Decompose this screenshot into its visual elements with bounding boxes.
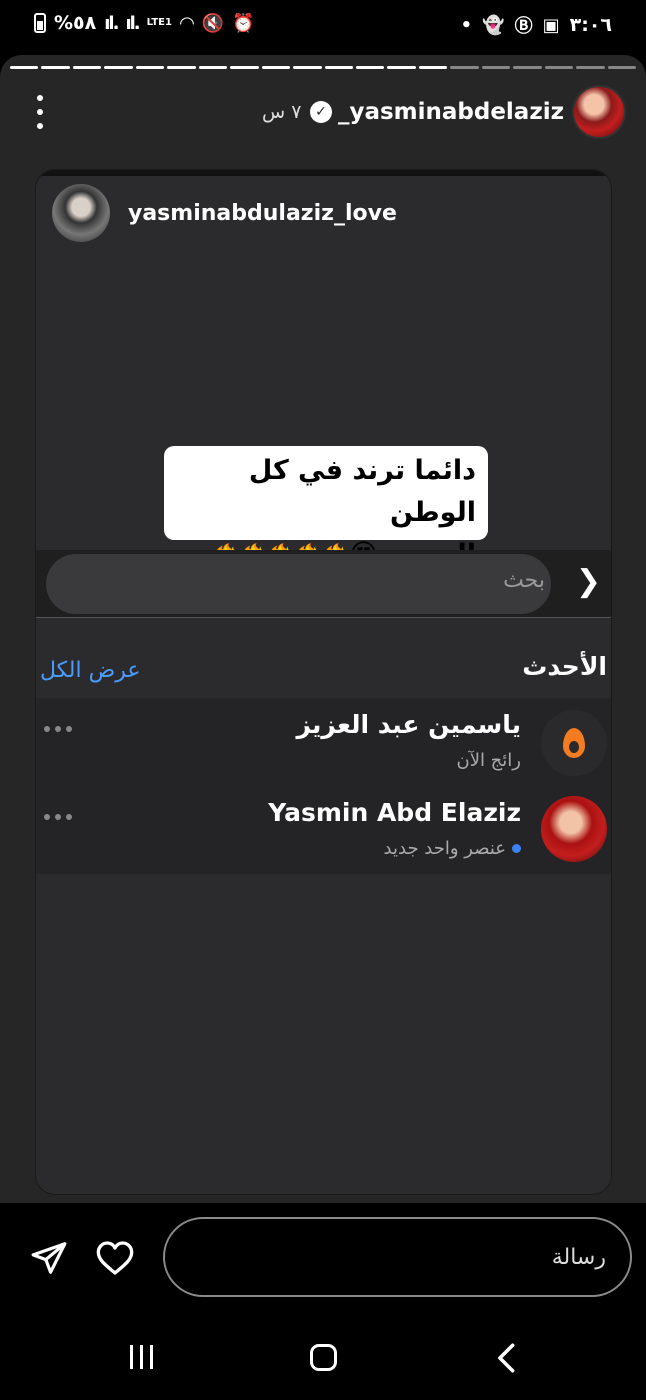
status-bar: %٥٨ ıl. ıl. LTE1 ◠ 🔇 ⏰ • 👻 Ⓑ ▣ ٣:٠٦ bbox=[0, 0, 646, 50]
card-header: yasminabdulaziz_love bbox=[52, 184, 397, 242]
progress-segment bbox=[72, 66, 102, 69]
more-options-button[interactable] bbox=[30, 95, 50, 129]
search-placeholder: بحث bbox=[503, 568, 545, 593]
list-item[interactable]: Yasmin Abd Elaziz عنصر واحد جديد bbox=[36, 786, 611, 874]
list-item-subtitle: عنصر واحد جديد bbox=[384, 838, 521, 859]
progress-segment bbox=[481, 66, 511, 69]
recent-apps-button[interactable] bbox=[130, 1345, 153, 1369]
avatar bbox=[541, 796, 607, 862]
card-username[interactable]: yasminabdulaziz_love bbox=[128, 201, 397, 226]
chevron-right-icon[interactable]: ❯ bbox=[576, 564, 601, 599]
see-all-link[interactable]: عرض الكل bbox=[40, 658, 140, 683]
battery-percent: %٥٨ bbox=[54, 12, 97, 34]
dot-icon bbox=[37, 123, 43, 129]
story-progress-bar bbox=[10, 66, 637, 69]
progress-segment bbox=[450, 66, 479, 69]
progress-segment bbox=[324, 66, 353, 69]
progress-segment bbox=[387, 66, 416, 69]
list-item-title: Yasmin Abd Elaziz bbox=[268, 798, 521, 827]
story-viewer[interactable]: ٧ س ✓ _yasminabdelaziz yasminabdulaziz_l… bbox=[0, 55, 646, 1203]
list-item-subtitle: رائج الآن bbox=[456, 750, 521, 771]
dot-icon bbox=[37, 109, 43, 115]
volte-icon: LTE1 bbox=[146, 17, 172, 28]
send-icon[interactable] bbox=[30, 1239, 68, 1277]
progress-segment bbox=[261, 66, 291, 69]
alarm-icon: ⏰ bbox=[232, 12, 255, 34]
verified-badge-icon: ✓ bbox=[309, 101, 332, 123]
signal-icon: ıl. bbox=[104, 12, 119, 34]
clock: ٣:٠٦ bbox=[569, 14, 612, 36]
progress-segment bbox=[293, 66, 322, 69]
story-username[interactable]: ✓ _yasminabdelaziz bbox=[309, 99, 564, 125]
reply-bar bbox=[0, 1203, 646, 1313]
snapchat-icon: 👻 bbox=[482, 14, 505, 36]
story-time-ago: ٧ س bbox=[262, 101, 302, 123]
dot-icon: • bbox=[460, 14, 473, 36]
system-nav-bar bbox=[0, 1313, 646, 1400]
status-right: • 👻 Ⓑ ▣ ٣:٠٦ bbox=[461, 12, 612, 38]
recent-title: الأحدث bbox=[522, 652, 607, 681]
mute-icon: 🔇 bbox=[201, 12, 225, 34]
progress-segment bbox=[355, 66, 385, 69]
caption-sticker: دائما ترند في كل الوطن العربي 😍❤️‍🔥❤️‍🔥❤… bbox=[164, 446, 488, 570]
progress-segment bbox=[513, 66, 542, 69]
recent-list: ياسمين عبد العزيز رائج الآن Yasmin Abd E… bbox=[36, 698, 611, 874]
dot-icon bbox=[37, 95, 43, 101]
home-button[interactable] bbox=[310, 1344, 337, 1371]
progress-segment bbox=[198, 66, 228, 69]
progress-segment bbox=[607, 66, 637, 69]
progress-segment bbox=[135, 66, 165, 69]
story-username-label: _yasminabdelaziz bbox=[337, 99, 564, 125]
new-dot-icon bbox=[512, 844, 521, 853]
progress-segment bbox=[10, 66, 39, 69]
b-icon: Ⓑ bbox=[514, 16, 533, 37]
caption-line-1: دائما ترند في كل الوطن bbox=[248, 455, 476, 528]
search-section: بحث ❯ bbox=[36, 550, 611, 618]
reposted-story-card[interactable]: yasminabdulaziz_love دائما ترند في كل ال… bbox=[35, 169, 612, 1195]
card-avatar[interactable] bbox=[52, 184, 110, 242]
story-avatar[interactable] bbox=[572, 85, 626, 139]
message-input[interactable] bbox=[163, 1217, 632, 1297]
status-left: %٥٨ ıl. ıl. LTE1 ◠ 🔇 ⏰ bbox=[34, 12, 255, 34]
wifi-icon: ◠ bbox=[179, 12, 194, 34]
story-header: ٧ س ✓ _yasminabdelaziz bbox=[0, 85, 646, 141]
more-options-button[interactable] bbox=[44, 726, 72, 732]
progress-segment bbox=[104, 66, 133, 69]
heart-icon[interactable] bbox=[95, 1239, 135, 1277]
progress-segment bbox=[418, 66, 448, 69]
more-options-button[interactable] bbox=[44, 814, 72, 820]
fire-icon bbox=[541, 710, 607, 776]
progress-segment bbox=[544, 66, 574, 69]
list-item[interactable]: ياسمين عبد العزيز رائج الآن bbox=[36, 698, 611, 786]
progress-segment bbox=[41, 66, 70, 69]
gallery-icon: ▣ bbox=[542, 14, 560, 36]
battery-icon bbox=[34, 13, 46, 33]
progress-segment bbox=[167, 66, 196, 69]
signal-icon: ıl. bbox=[125, 12, 140, 34]
card-top-strip bbox=[36, 170, 611, 176]
list-item-title: ياسمين عبد العزيز bbox=[296, 710, 521, 739]
back-icon[interactable] bbox=[492, 1341, 522, 1375]
progress-segment bbox=[576, 66, 605, 69]
progress-segment bbox=[230, 66, 259, 69]
search-input[interactable] bbox=[46, 554, 551, 614]
